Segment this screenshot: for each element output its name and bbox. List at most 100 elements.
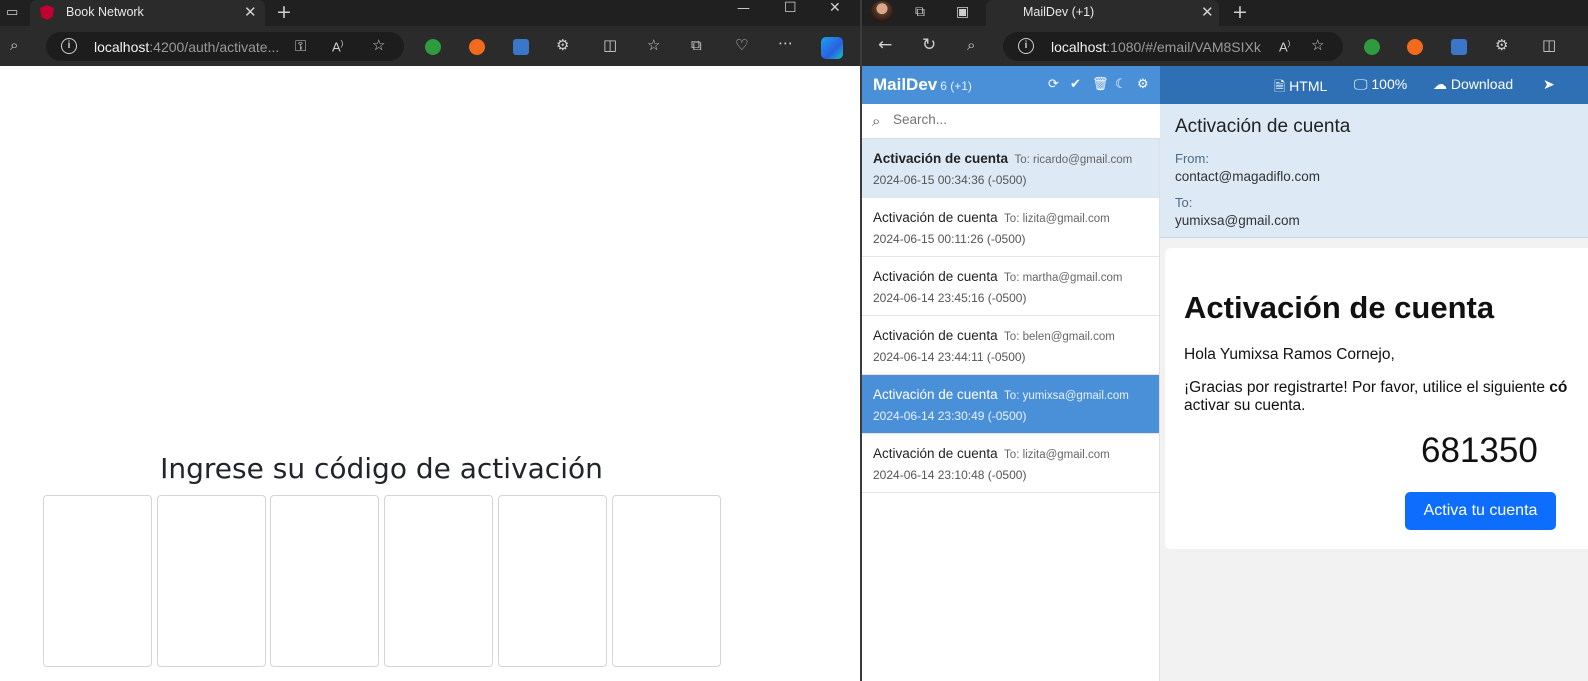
read-aloud-icon[interactable]: A) <box>332 39 343 54</box>
favorites-icon[interactable]: ☆ <box>647 38 660 53</box>
search-icon[interactable]: ⌕ <box>967 38 975 53</box>
zoom-button[interactable]: 🖵 100% <box>1354 76 1407 93</box>
mark-all-read-icon[interactable]: ✔ <box>1070 77 1081 92</box>
tab-bar: ▭ Book Network ✕ + — ☐ ✕ <box>0 0 860 26</box>
close-window-icon[interactable]: ✕ <box>829 1 841 15</box>
password-key-icon[interactable]: ⚿ <box>295 39 306 54</box>
tab-bar: ⧉ ▣ MailDev (+1) ✕ + <box>862 0 1588 26</box>
email-content-card: Activación de cuenta Hola Yumixsa Ramos … <box>1165 248 1588 549</box>
search-input[interactable] <box>893 112 1143 127</box>
email-list-item[interactable]: Activación de cuenta To: lizita@gmail.co… <box>862 434 1159 493</box>
extension-translate-icon[interactable] <box>1451 39 1467 55</box>
code-input-2[interactable] <box>157 495 266 667</box>
refresh-icon[interactable]: ↻ <box>922 37 936 54</box>
email-list-item-selected[interactable]: Activación de cuenta To: yumixsa@gmail.c… <box>862 375 1159 434</box>
code-input-4[interactable] <box>384 495 493 667</box>
settings-gear-icon[interactable]: ⚙ <box>1137 77 1149 92</box>
email-date: 2024-06-14 23:44:11 (-0500) <box>873 350 1026 364</box>
new-tab-icon[interactable]: + <box>276 3 292 22</box>
email-date: 2024-06-14 23:30:49 (-0500) <box>873 409 1027 423</box>
html-view-button[interactable]: 🗎 HTML <box>1274 76 1327 100</box>
favorite-star-icon[interactable]: ☆ <box>372 38 385 53</box>
code-input-5[interactable] <box>498 495 607 667</box>
minimize-icon[interactable]: — <box>737 2 750 15</box>
trash-icon[interactable]: 🗑 <box>1092 77 1109 92</box>
email-list-item[interactable]: Activación de cuenta To: lizita@gmail.co… <box>862 198 1159 257</box>
tab-actions-icon[interactable]: ▣ <box>956 5 969 19</box>
tab-book-network[interactable]: Book Network ✕ <box>30 0 265 26</box>
email-date: 2024-06-15 00:34:36 (-0500) <box>873 173 1027 187</box>
tab-maildev[interactable]: MailDev (+1) ✕ <box>986 0 1219 26</box>
maildev-search: ⌕ <box>862 104 1160 139</box>
email-count: 6 (+1) <box>940 79 972 93</box>
email-to: To: lizita@gmail.com <box>1004 213 1110 225</box>
email-to: To: martha@gmail.com <box>1004 272 1123 284</box>
extension-green-icon[interactable] <box>1364 39 1380 55</box>
extensions-puzzle-icon[interactable]: ⚙ <box>556 38 569 53</box>
email-list-item[interactable]: Activación de cuenta To: ricardo@gmail.c… <box>862 139 1159 198</box>
back-arrow-icon[interactable]: ← <box>878 37 892 54</box>
email-date: 2024-06-15 00:11:26 (-0500) <box>873 232 1026 246</box>
copilot-icon[interactable] <box>821 37 843 59</box>
email-subject: Activación de cuenta <box>873 328 998 343</box>
download-button[interactable]: ☁ Download <box>1433 76 1513 93</box>
extension-orange-icon[interactable] <box>1407 39 1423 55</box>
url-text: localhost:4200/auth/activate... <box>94 39 280 55</box>
browser-toolbar: ← ↻ ⌕ i localhost:1080/#/email/VAM8SIXk … <box>862 26 1588 66</box>
extension-green-icon[interactable] <box>425 39 441 55</box>
new-tab-icon[interactable]: + <box>1232 3 1248 22</box>
favorite-star-icon[interactable]: ☆ <box>1311 38 1324 53</box>
extensions-puzzle-icon[interactable]: ⚙ <box>1495 38 1508 53</box>
tab-actions-icon[interactable]: ▭ <box>6 6 18 19</box>
email-subject: Activación de cuenta <box>873 387 998 402</box>
email-to: To: lizita@gmail.com <box>1004 449 1110 461</box>
to-label: To: <box>1175 195 1193 210</box>
email-date: 2024-06-14 23:10:48 (-0500) <box>873 468 1027 482</box>
dark-mode-moon-icon[interactable]: ☾ <box>1115 77 1127 92</box>
email-list: Activación de cuenta To: ricardo@gmail.c… <box>862 139 1160 681</box>
email-to: To: yumixsa@gmail.com <box>1004 390 1129 402</box>
email-subject: Activación de cuenta <box>873 210 998 225</box>
read-aloud-icon[interactable]: A) <box>1279 39 1290 54</box>
email-body-area: Activación de cuenta Hola Yumixsa Ramos … <box>1160 238 1588 681</box>
maximize-icon[interactable]: ☐ <box>784 1 797 15</box>
activation-title: Ingrese su código de activación <box>160 452 603 485</box>
collections-icon[interactable]: ⧉ <box>691 38 702 53</box>
email-view-toolbar: 🗎 HTML 🖵 100% ☁ Download ➤ <box>1160 66 1588 104</box>
email-list-item[interactable]: Activación de cuenta To: belen@gmail.com… <box>862 316 1159 375</box>
site-info-icon[interactable]: i <box>61 38 77 54</box>
code-input-3[interactable] <box>270 495 379 667</box>
workspaces-icon[interactable]: ⧉ <box>915 5 925 19</box>
email-subject: Activación de cuenta <box>873 446 998 461</box>
browser-essentials-icon[interactable]: ♡ <box>735 38 748 53</box>
tab-close-icon[interactable]: ✕ <box>244 3 257 21</box>
activation-code: 681350 <box>1421 431 1538 470</box>
split-screen-icon[interactable]: ◫ <box>1542 38 1556 53</box>
address-bar[interactable]: i localhost:4200/auth/activate... ⚿ A) ☆ <box>46 32 404 61</box>
code-input-6[interactable] <box>612 495 721 667</box>
email-view-subject: Activación de cuenta <box>1175 116 1351 137</box>
tab-title: Book Network <box>66 5 144 19</box>
email-heading: Activación de cuenta <box>1184 290 1495 325</box>
email-to: To: belen@gmail.com <box>1004 331 1115 343</box>
extension-translate-icon[interactable] <box>513 39 529 55</box>
tab-close-icon[interactable]: ✕ <box>1201 3 1214 21</box>
more-menu-icon[interactable]: ⋯ <box>778 36 793 51</box>
email-list-item[interactable]: Activación de cuenta To: martha@gmail.co… <box>862 257 1159 316</box>
code-input-1[interactable] <box>43 495 152 667</box>
email-paragraph: ¡Gracias por registrarte! Por favor, uti… <box>1184 379 1568 414</box>
address-bar[interactable]: i localhost:1080/#/email/VAM8SIXk A) ☆ <box>1003 32 1343 61</box>
maildev-title: MailDev 6 (+1) <box>873 75 972 94</box>
extension-orange-icon[interactable] <box>469 39 485 55</box>
refresh-icon[interactable]: ⟳ <box>1048 77 1059 92</box>
search-icon: ⌕ <box>872 112 881 130</box>
search-icon[interactable]: ⌕ <box>10 38 18 53</box>
email-subject: Activación de cuenta <box>873 269 998 284</box>
profile-avatar[interactable] <box>871 1 893 23</box>
relay-send-icon[interactable]: ➤ <box>1543 76 1555 93</box>
monitor-icon: 🖵 <box>1354 76 1368 92</box>
split-screen-icon[interactable]: ◫ <box>603 38 617 53</box>
activate-account-button[interactable]: Activa tu cuenta <box>1405 492 1556 530</box>
site-info-icon[interactable]: i <box>1018 38 1034 54</box>
angular-icon <box>40 5 54 20</box>
